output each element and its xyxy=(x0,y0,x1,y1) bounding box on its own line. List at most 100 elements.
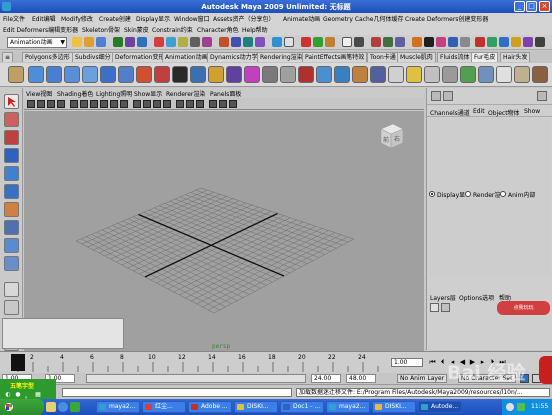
current-frame-field[interactable]: 1.00 xyxy=(391,358,423,367)
mirror-icon[interactable] xyxy=(244,66,260,83)
cone-icon[interactable] xyxy=(523,37,533,47)
menu-geometry-cache[interactable]: Geometry Cache几何体缓存 xyxy=(323,14,404,23)
menu-skin[interactable]: Skin蒙皮 xyxy=(124,25,149,34)
tool-settings-icon[interactable] xyxy=(383,37,393,47)
channel-edit-menu[interactable]: Edit xyxy=(473,108,485,115)
gate-mask-icon[interactable] xyxy=(100,100,108,108)
layer-badge[interactable]: 点我玩玩 xyxy=(497,301,550,315)
taskbar-item-doc[interactable]: Doc1 - ... xyxy=(280,401,324,413)
film-gate-icon[interactable] xyxy=(80,100,88,108)
channel-show-menu[interactable]: Show xyxy=(524,108,540,115)
tab-muscle[interactable]: Muscle肌肉 xyxy=(397,52,436,62)
layers-menu[interactable]: Layers层 xyxy=(430,293,456,302)
bookmarks-icon[interactable] xyxy=(47,100,55,108)
live-surface-icon[interactable] xyxy=(448,37,458,47)
command-feedback-field[interactable]: 加载数据迷迁移文件: E:/Program Files/Autodesk/May… xyxy=(296,388,550,397)
move-tool-icon[interactable] xyxy=(4,148,19,163)
outliner-icon[interactable] xyxy=(395,37,405,47)
panel-menu-renderer[interactable]: Renderer渲染 xyxy=(166,89,205,98)
tab-fur[interactable]: Fur毛皮 xyxy=(471,52,499,62)
quick-launch-media-icon[interactable] xyxy=(70,402,80,412)
resolution-gate-icon[interactable] xyxy=(90,100,98,108)
camera-icon[interactable] xyxy=(354,37,364,47)
textured-icon[interactable] xyxy=(209,100,217,108)
panel-menu-panels[interactable]: Panels面板 xyxy=(210,89,241,98)
quick-launch-desktop-icon[interactable] xyxy=(46,402,56,412)
menu-display[interactable]: Display显示 xyxy=(136,14,170,23)
lasso-tool-icon[interactable] xyxy=(4,112,19,127)
layer-options-menu[interactable]: Options选项 xyxy=(459,293,494,302)
cube-icon[interactable] xyxy=(499,37,509,47)
panel-menu-shading[interactable]: Shading着色 xyxy=(57,89,93,98)
panel-menu-lighting[interactable]: Lighting照明 xyxy=(96,89,132,98)
viewcube[interactable]: 前 右 xyxy=(375,121,405,151)
menu-edit-deformers[interactable]: Edit Deformers编辑变形器 xyxy=(3,25,78,34)
four-view-layout-icon[interactable] xyxy=(4,300,19,315)
construction-history-icon[interactable] xyxy=(284,37,294,47)
layer-editor-icon[interactable] xyxy=(443,91,453,101)
tab-rendering[interactable]: Rendering渲染 xyxy=(257,52,306,62)
menu-create-deformers[interactable]: Create Deformers创建变形器 xyxy=(405,14,488,23)
hotbox-icon[interactable] xyxy=(475,37,485,47)
taskbar-item-hongchen[interactable]: 红尘... xyxy=(142,401,186,413)
menu-skeleton[interactable]: Skeleton骨架 xyxy=(82,25,120,34)
attribute-editor-icon[interactable] xyxy=(371,37,381,47)
input-field-toggle-icon[interactable] xyxy=(342,37,352,47)
maximize-button[interactable]: □ xyxy=(526,1,537,12)
render-settings-icon[interactable] xyxy=(325,37,335,47)
scale-tool-icon[interactable] xyxy=(4,184,19,199)
minimize-button[interactable]: _ xyxy=(514,1,525,12)
menu-character[interactable]: Character角色 xyxy=(197,25,239,34)
tab-polygons[interactable]: Polygons多边形 xyxy=(22,52,73,62)
ipr-render-icon[interactable] xyxy=(313,37,323,47)
go-to-start-icon[interactable]: ⏮ xyxy=(428,357,437,367)
ime-toolbar[interactable]: 五笔字型 ◐ ● 。 ▦ xyxy=(0,379,56,400)
poly-cylinder-icon[interactable] xyxy=(64,66,80,83)
menu-help[interactable]: Help帮助 xyxy=(242,25,268,34)
menu-set-dropdown[interactable]: Animation动画 ▼ xyxy=(7,37,67,48)
poly-cone-icon[interactable] xyxy=(82,66,98,83)
universal-manipulator-icon[interactable] xyxy=(4,202,19,217)
all-lights-icon[interactable] xyxy=(186,100,194,108)
taskbar-item-maya-2[interactable]: maya2... xyxy=(326,401,370,413)
select-by-hierarchy-icon[interactable] xyxy=(113,37,123,47)
save-scene-icon[interactable] xyxy=(96,37,106,47)
open-scene-icon[interactable] xyxy=(84,37,94,47)
menu-create[interactable]: Create创建 xyxy=(99,14,131,23)
wireframe-icon[interactable] xyxy=(133,100,141,108)
render-layers-radio[interactable] xyxy=(465,191,471,197)
boolean-icon[interactable] xyxy=(190,66,206,83)
layer-list[interactable] xyxy=(2,318,124,349)
mask-joints-icon[interactable] xyxy=(166,37,176,47)
taskbar-item-diski-2[interactable]: DISKI... xyxy=(372,401,416,413)
poly-cube-icon[interactable] xyxy=(46,66,62,83)
shelf-options-tab[interactable]: ≡ xyxy=(2,52,14,62)
panel-layout-icon[interactable] xyxy=(537,91,547,101)
magnet-icon[interactable] xyxy=(436,37,446,47)
mask-deformations-icon[interactable] xyxy=(202,37,212,47)
grid-icon[interactable] xyxy=(70,100,78,108)
panel-menu-show[interactable]: Show显示 xyxy=(134,89,162,98)
poly-torus-icon[interactable] xyxy=(118,66,134,83)
show-manipulator-icon[interactable] xyxy=(4,238,19,253)
tab-subdivs[interactable]: Subdivs细分 xyxy=(72,52,114,62)
time-slider-playhead[interactable] xyxy=(11,354,25,371)
menu-file[interactable]: File文件 xyxy=(3,14,25,23)
taskbar-item-adobe[interactable]: Adobe ... xyxy=(188,401,232,413)
menu-edit[interactable]: Edit编辑 xyxy=(32,14,56,23)
menu-constrain[interactable]: Constrain约束 xyxy=(152,25,193,34)
mask-curves-icon[interactable] xyxy=(178,37,188,47)
start-button[interactable] xyxy=(0,399,44,415)
merge-icon[interactable] xyxy=(370,66,386,83)
extract-icon[interactable] xyxy=(172,66,188,83)
paint-select-tool-icon[interactable] xyxy=(4,130,19,145)
shelf-menu-icon[interactable] xyxy=(8,66,24,83)
mask-surfaces-icon[interactable] xyxy=(190,37,200,47)
gear-icon[interactable] xyxy=(460,37,470,47)
quick-launch-browser-icon[interactable] xyxy=(58,402,68,412)
select-by-object-icon[interactable] xyxy=(125,37,135,47)
shadows-icon[interactable] xyxy=(196,100,204,108)
field-chart-icon[interactable] xyxy=(110,100,118,108)
taskbar-item-maya[interactable]: maya2... xyxy=(96,401,140,413)
combine-icon[interactable] xyxy=(136,66,152,83)
